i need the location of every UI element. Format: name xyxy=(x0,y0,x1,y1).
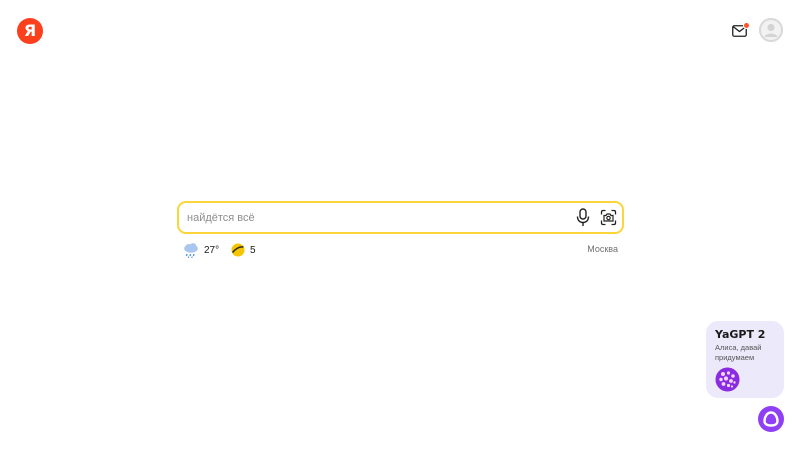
city-label[interactable]: Москва xyxy=(587,244,618,254)
rain-cloud-icon xyxy=(184,243,198,258)
promo-title: YaGPT 2 xyxy=(715,328,766,341)
traffic-widget[interactable]: 5 xyxy=(231,241,256,259)
traffic-level: 5 xyxy=(250,244,256,256)
alice-button[interactable] xyxy=(758,406,784,432)
alice-icon xyxy=(763,411,779,427)
yandex-logo[interactable]: Я xyxy=(17,18,43,44)
unread-dot xyxy=(743,22,750,29)
user-avatar[interactable] xyxy=(759,18,783,42)
microphone-icon[interactable] xyxy=(576,208,590,227)
yagpt-promo-card[interactable]: YaGPT 2 Алиса, давай придумаем xyxy=(706,321,784,398)
search-input[interactable] xyxy=(187,203,557,232)
camera-search-icon[interactable] xyxy=(600,209,617,226)
weather-temperature: 27° xyxy=(204,244,220,256)
info-line: 27° 5 Москва xyxy=(183,241,618,259)
promo-orb-icon xyxy=(715,367,740,392)
traffic-light-icon xyxy=(231,243,245,257)
weather-widget[interactable]: 27° xyxy=(183,241,219,259)
search-box xyxy=(177,201,624,234)
mail-icon[interactable] xyxy=(732,22,750,37)
promo-subtitle: Алиса, давай придумаем xyxy=(715,343,762,362)
